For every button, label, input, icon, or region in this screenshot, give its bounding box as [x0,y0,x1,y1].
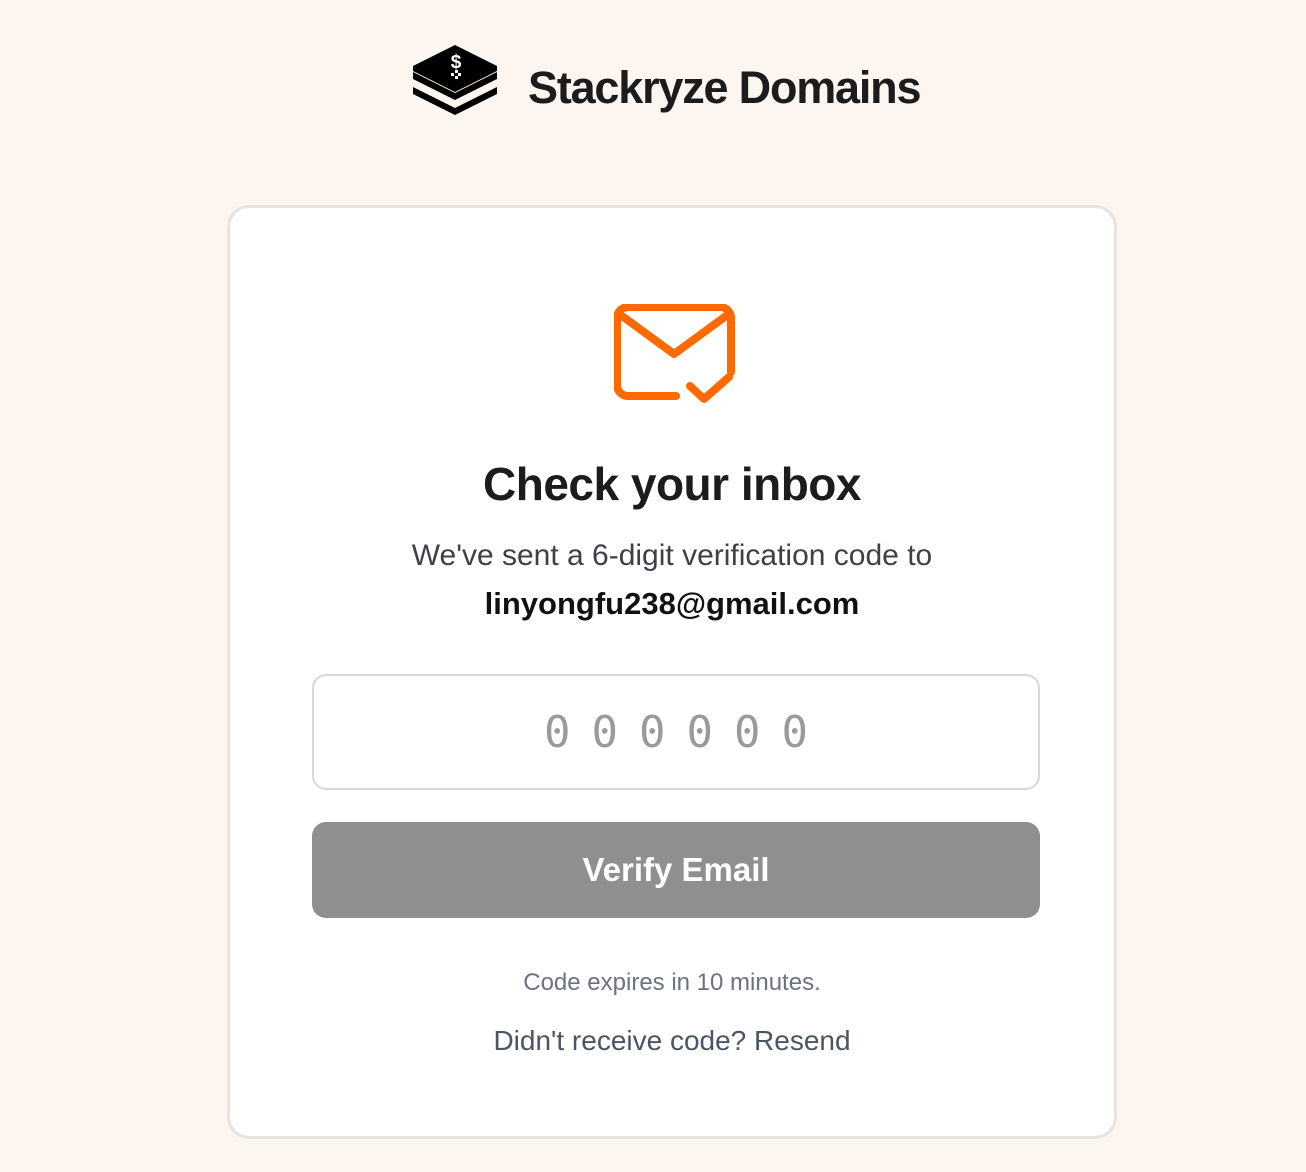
verification-code-input[interactable] [312,674,1040,790]
resend-prompt-text: Didn't receive code? [493,1025,747,1056]
brand-header: $ Stackryze Domains [412,44,921,130]
mail-check-icon [614,304,735,403]
resend-code-link[interactable]: Resend [754,1025,851,1056]
verification-card: Check your inbox We've sent a 6-digit ve… [227,205,1117,1139]
verification-message: We've sent a 6-digit verification code t… [411,539,933,572]
verify-email-button[interactable]: Verify Email [312,822,1040,918]
brand-name: Stackryze Domains [528,61,921,113]
resend-prompt: Didn't receive code? Resend [230,1024,1114,1058]
logo-dollar-glyph: $ [451,52,462,73]
code-expiry-note: Code expires in 10 minutes. [523,969,821,996]
stacked-layers-dollar-icon: $ [413,45,497,115]
recipient-email: linyongfu238@gmail.com [484,586,860,621]
page-title: Check your inbox [483,458,861,510]
